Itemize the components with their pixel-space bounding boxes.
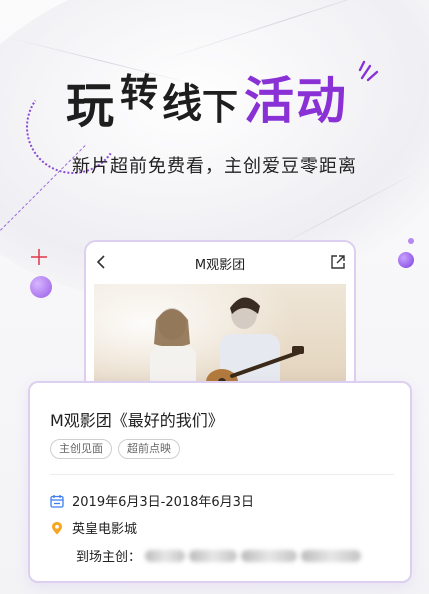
headline-char: 线	[162, 81, 202, 127]
event-guests-row: 到场主创：	[76, 546, 362, 565]
blurred-text	[145, 549, 186, 562]
headline-highlight: 活动	[244, 72, 348, 130]
orb-decoration	[408, 238, 414, 244]
blurred-text	[241, 549, 298, 562]
phone-nav-bar: M观影团	[86, 242, 354, 282]
calendar-icon	[50, 494, 64, 508]
event-date: 2019年6月3日-2018年6月3日	[72, 495, 254, 510]
event-location: 英皇电影城	[72, 522, 138, 537]
event-date-row: 2019年6月3日-2018年6月3日	[50, 491, 254, 510]
event-location-row[interactable]: 英皇电影城	[50, 518, 137, 537]
orb-decoration	[398, 252, 414, 268]
plus-decoration-icon	[31, 249, 47, 265]
promo-page: 玩 转 线 下 活动 新片超前免费看，主创爱豆零距离 M观影团 M观影团《最好的…	[0, 0, 429, 594]
orb-decoration	[30, 276, 52, 298]
guests-label: 到场主创：	[76, 550, 142, 565]
sparkle-icon	[358, 60, 379, 82]
location-pin-icon	[52, 521, 62, 534]
event-tags: 主创见面 超前点映	[50, 439, 180, 459]
share-icon[interactable]	[330, 254, 346, 270]
tag-badge: 主创见面	[50, 439, 112, 459]
blurred-text	[189, 549, 238, 562]
headline-char: 玩	[66, 78, 115, 134]
nav-title: M观影团	[194, 258, 246, 273]
tag-badge: 超前点映	[118, 439, 180, 459]
headline: 玩 转 线 下 活动	[66, 74, 386, 144]
event-detail-card[interactable]: M观影团《最好的我们》 主创见面 超前点映 2019年6月3日-2018年6月3…	[28, 381, 412, 583]
headline-char: 下	[202, 87, 239, 128]
headline-char: 转	[120, 71, 159, 115]
blurred-text	[301, 549, 362, 562]
event-title: M观影团《最好的我们》	[50, 411, 224, 430]
divider	[50, 474, 394, 475]
